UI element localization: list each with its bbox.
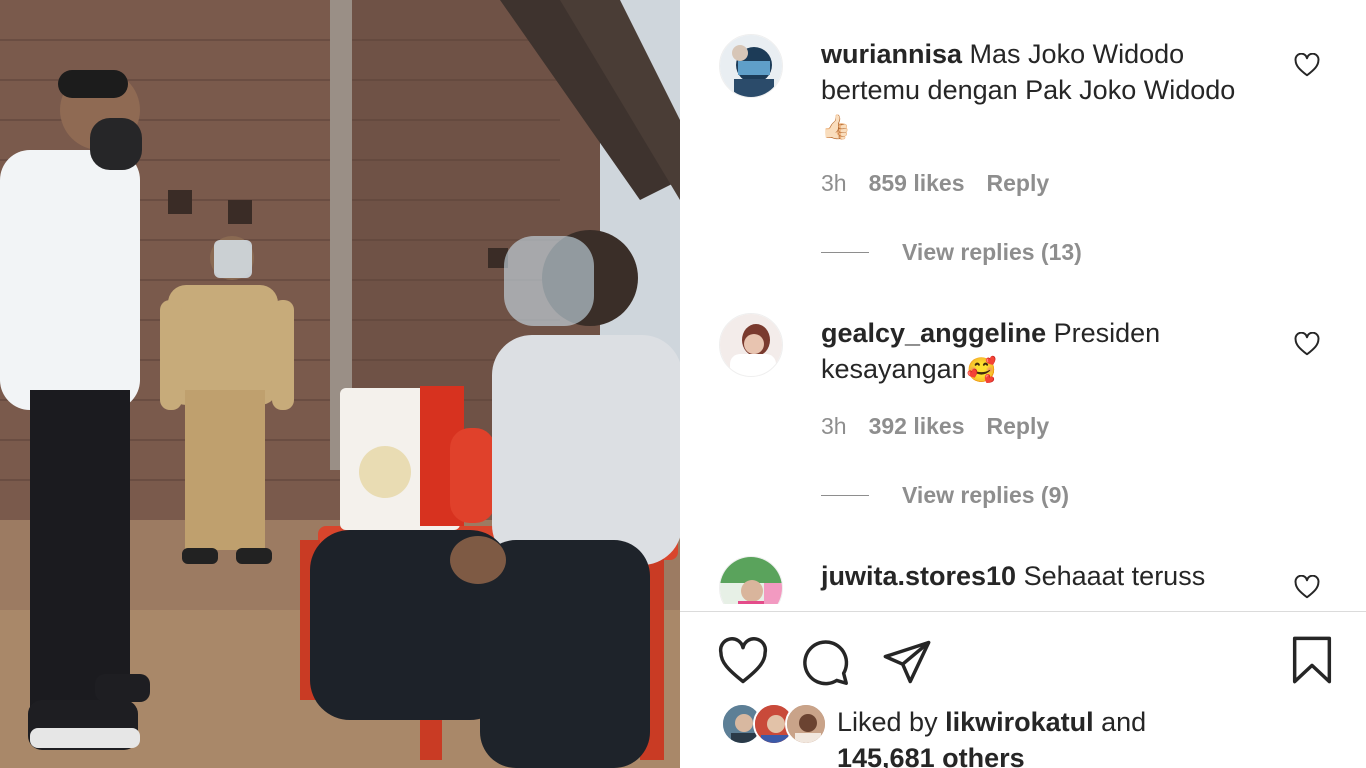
smiling-hearts-emoji: 🥰: [966, 357, 997, 384]
thumbs-up-emoji: 👍🏻: [821, 114, 851, 141]
like-button[interactable]: [717, 636, 769, 688]
comment-username[interactable]: gealcy_anggeline: [821, 318, 1046, 348]
save-button[interactable]: [1286, 634, 1338, 686]
comment-username[interactable]: wuriannisa: [821, 39, 962, 69]
liked-by-suffix: and: [1093, 707, 1147, 737]
comment-button[interactable]: [799, 636, 851, 688]
comment-text: juwita.stores10 Sehaaat teruss Selalu ❤: [821, 558, 1281, 604]
liked-by-section: Liked by likwirokatul and 145,681 others: [680, 700, 1366, 768]
liker-avatars[interactable]: [721, 703, 831, 745]
send-icon: [883, 640, 931, 684]
comment-message: Sehaaat teruss: [1016, 561, 1206, 591]
bookmark-icon: [1292, 636, 1332, 684]
comment-meta: 3h 859 likes Reply: [821, 170, 1071, 197]
red-heart-emoji: ❤: [904, 600, 924, 604]
replies-line: [821, 252, 869, 253]
comment-meta: 3h 392 likes Reply: [821, 413, 1071, 440]
liker-photo: [787, 705, 825, 743]
liked-by-user[interactable]: likwirokatul: [945, 707, 1094, 737]
comment-like-heart-icon[interactable]: [1294, 53, 1320, 77]
liked-by-prefix: Liked by: [837, 707, 946, 737]
heart-icon: [718, 637, 768, 684]
comment-text: wuriannisa Mas Joko Widodo bertemu denga…: [821, 36, 1281, 146]
comment-likes-count[interactable]: 859 likes: [869, 170, 965, 196]
liked-by-others[interactable]: 145,681 others: [837, 743, 1025, 768]
comment-likes-count[interactable]: 392 likes: [869, 413, 965, 439]
share-button[interactable]: [881, 636, 933, 688]
comment-username[interactable]: juwita.stores10: [821, 561, 1016, 591]
post-actions-bar: [680, 612, 1366, 712]
comment-text: gealcy_anggeline Presiden kesayangan🥰: [821, 315, 1281, 389]
liker-avatar: [785, 703, 827, 745]
commenter-avatar[interactable]: [719, 556, 783, 604]
view-replies-button[interactable]: View replies (13): [821, 239, 1082, 266]
view-replies-button[interactable]: View replies (9): [821, 482, 1069, 509]
comment-icon: [803, 640, 849, 686]
reply-button[interactable]: Reply: [987, 170, 1050, 196]
comment-time: 3h: [821, 413, 847, 439]
comment-time: 3h: [821, 170, 847, 196]
comment-like-heart-icon[interactable]: [1294, 332, 1320, 356]
view-replies-label: View replies (9): [902, 482, 1070, 508]
liked-by-text: Liked by likwirokatul and 145,681 others: [837, 704, 1277, 768]
comment-like-heart-icon[interactable]: [1294, 575, 1320, 599]
comments-list[interactable]: wuriannisa Mas Joko Widodo bertemu denga…: [680, 0, 1366, 604]
reply-button[interactable]: Reply: [987, 413, 1050, 439]
avatar-photo: [720, 557, 782, 604]
commenter-avatar[interactable]: [719, 313, 783, 377]
view-replies-label: View replies (13): [902, 239, 1082, 265]
avatar-photo: [720, 314, 782, 376]
post-photo[interactable]: [0, 0, 680, 768]
post-photo-illustration: [0, 0, 680, 768]
avatar-photo: [720, 35, 782, 97]
replies-line: [821, 495, 869, 496]
commenter-avatar[interactable]: [719, 34, 783, 98]
post-side-panel: wuriannisa Mas Joko Widodo bertemu denga…: [680, 0, 1366, 768]
